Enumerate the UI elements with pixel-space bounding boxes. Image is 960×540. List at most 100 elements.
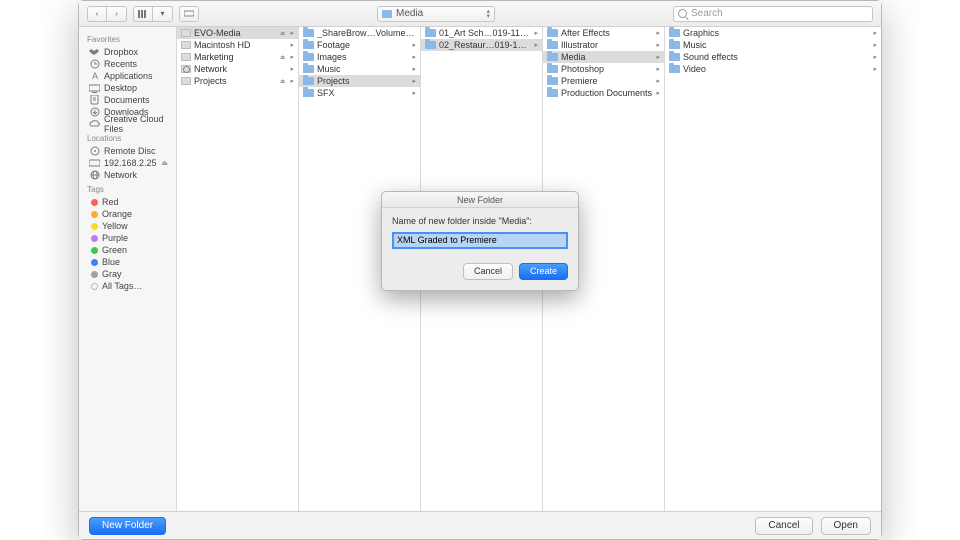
folder-icon: [547, 65, 558, 73]
forward-button[interactable]: ›: [107, 6, 127, 22]
browser-row[interactable]: Music▸: [299, 63, 420, 75]
chevron-right-icon: ▸: [656, 41, 662, 49]
browser-row[interactable]: 02_Restaur…019-12-18▸: [421, 39, 542, 51]
folder-icon: [303, 41, 314, 49]
row-label: Graphics: [683, 28, 870, 38]
sidebar-item[interactable]: Documents: [79, 94, 176, 106]
sidebar-item-label: Creative Cloud Files: [104, 114, 168, 134]
sidebar-item[interactable]: AApplications: [79, 70, 176, 82]
cancel-button[interactable]: Cancel: [755, 517, 812, 535]
browser-row[interactable]: Graphics▸: [665, 27, 881, 39]
group-button[interactable]: [179, 6, 199, 22]
browser-row[interactable]: Macintosh HD▸: [177, 39, 298, 51]
folder-icon: [547, 41, 558, 49]
sidebar-item[interactable]: Desktop: [79, 82, 176, 94]
folder-icon: [425, 29, 436, 37]
browser-row[interactable]: After Effects▸: [543, 27, 664, 39]
sidebar-item[interactable]: Creative Cloud Files: [79, 118, 176, 130]
search-field[interactable]: Search: [673, 6, 873, 22]
folder-icon: [303, 65, 314, 73]
drive-icon: [181, 53, 191, 61]
browser-row[interactable]: Photoshop▸: [543, 63, 664, 75]
chevron-right-icon: ▸: [412, 53, 418, 61]
eject-icon[interactable]: ⏏: [280, 78, 286, 85]
sidebar-item[interactable]: Green: [79, 244, 176, 256]
browser-row[interactable]: 01_Art Sch…019-11-08▸: [421, 27, 542, 39]
browser-row[interactable]: Music▸: [665, 39, 881, 51]
sidebar-item[interactable]: Yellow: [79, 220, 176, 232]
sidebar-item[interactable]: Remote Disc: [79, 145, 176, 157]
folder-icon: [382, 10, 392, 18]
browser-row[interactable]: _ShareBrow…VolumeUID_: [299, 27, 420, 39]
chevron-right-icon: ▸: [873, 41, 879, 49]
browser-row[interactable]: Projects▸: [299, 75, 420, 87]
browser-row[interactable]: Premiere▸: [543, 75, 664, 87]
browser-row[interactable]: Projects⏏▸: [177, 75, 298, 87]
sidebar-item-label: 192.168.2.25: [104, 158, 157, 168]
row-label: Video: [683, 64, 870, 74]
folder-icon: [547, 89, 558, 97]
back-button[interactable]: ‹: [87, 6, 107, 22]
folder-icon: [303, 29, 314, 37]
sidebar-item[interactable]: Dropbox: [79, 46, 176, 58]
sidebar-item[interactable]: Network: [79, 169, 176, 181]
browser-row[interactable]: Footage▸: [299, 39, 420, 51]
modal-title: New Folder: [382, 192, 578, 208]
view-dropdown-button[interactable]: ▾: [153, 6, 173, 22]
chevron-right-icon: ▸: [290, 29, 296, 37]
row-label: Sound effects: [683, 52, 870, 62]
new-folder-dialog: New Folder Name of new folder inside "Me…: [381, 191, 579, 291]
eject-icon[interactable]: ⏏: [280, 30, 286, 37]
new-folder-button[interactable]: New Folder: [89, 517, 166, 535]
updown-arrows-icon: ▴▾: [486, 9, 490, 19]
row-label: SFX: [317, 88, 409, 98]
eject-icon[interactable]: ⏏: [161, 159, 168, 167]
view-columns-button[interactable]: [133, 6, 153, 22]
chevron-right-icon: ▸: [656, 77, 662, 85]
path-dropdown[interactable]: Media ▴▾: [377, 6, 495, 22]
drive-icon: [181, 77, 191, 85]
apps-icon: A: [89, 72, 100, 81]
row-label: Illustrator: [561, 40, 653, 50]
sidebar-item[interactable]: All Tags…: [79, 280, 176, 292]
sidebar-item[interactable]: Gray: [79, 268, 176, 280]
browser-row[interactable]: Video▸: [665, 63, 881, 75]
browser-row[interactable]: Illustrator▸: [543, 39, 664, 51]
open-button[interactable]: Open: [821, 517, 871, 535]
modal-prompt: Name of new folder inside "Media":: [392, 216, 568, 226]
tag-dot-icon: [91, 199, 98, 206]
drive-icon: [181, 41, 191, 49]
bottom-bar: New Folder Cancel Open: [79, 511, 881, 539]
browser-row[interactable]: Network▸: [177, 63, 298, 75]
sidebar-item[interactable]: Recents: [79, 58, 176, 70]
modal-create-button[interactable]: Create: [519, 263, 568, 280]
row-label: Network: [194, 64, 287, 74]
sidebar-item[interactable]: Orange: [79, 208, 176, 220]
dropbox-icon: [89, 48, 100, 57]
sidebar-item[interactable]: Blue: [79, 256, 176, 268]
browser-row[interactable]: SFX▸: [299, 87, 420, 99]
browser-row[interactable]: Images▸: [299, 51, 420, 63]
folder-icon: [547, 53, 558, 61]
browser-row[interactable]: Media▸: [543, 51, 664, 63]
sidebar-item-label: Gray: [102, 269, 122, 279]
sidebar-item[interactable]: Purple: [79, 232, 176, 244]
sidebar-heading: Tags: [79, 183, 176, 196]
tag-dot-icon: [91, 283, 98, 290]
sidebar-item-label: Documents: [104, 95, 150, 105]
row-label: Marketing: [194, 52, 277, 62]
sidebar-item[interactable]: Red: [79, 196, 176, 208]
svg-text:A: A: [91, 71, 97, 81]
modal-cancel-button[interactable]: Cancel: [463, 263, 513, 280]
browser-row[interactable]: Production Documents▸: [543, 87, 664, 99]
eject-icon[interactable]: ⏏: [280, 54, 286, 61]
sidebar-item[interactable]: 192.168.2.25 ⏏: [79, 157, 176, 169]
folder-icon: [547, 77, 558, 85]
browser-row[interactable]: Marketing⏏▸: [177, 51, 298, 63]
network-icon: [89, 171, 100, 180]
browser-row[interactable]: Sound effects▸: [665, 51, 881, 63]
ccloud-icon: [89, 120, 100, 129]
chevron-right-icon: ▸: [412, 89, 418, 97]
browser-row[interactable]: EVO-Media⏏▸: [177, 27, 298, 39]
folder-name-input[interactable]: [392, 232, 568, 249]
